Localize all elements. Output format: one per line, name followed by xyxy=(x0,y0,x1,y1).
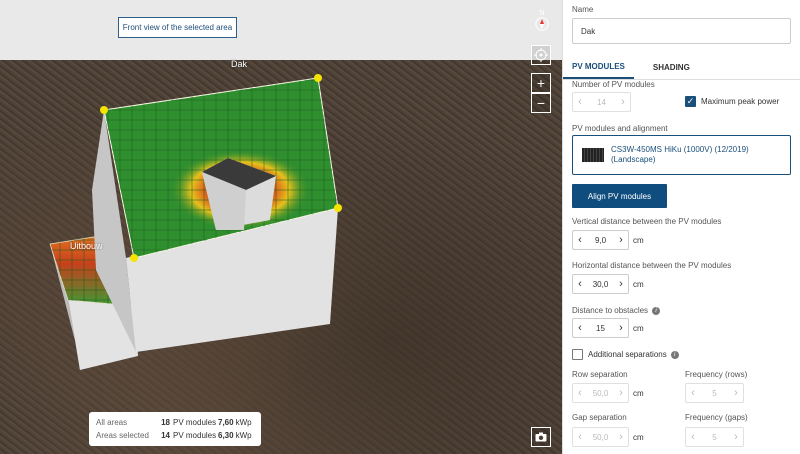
module-orientation: (Landscape) xyxy=(611,155,656,164)
vertical-distance-label: Vertical distance between the PV modules xyxy=(572,217,722,226)
obstacles-unit: cm xyxy=(633,324,644,333)
num-modules-value: 14 xyxy=(597,97,606,107)
zoom-in-button[interactable]: + xyxy=(531,73,551,93)
decrement-icon[interactable]: ‹ xyxy=(573,278,587,290)
decrement-icon[interactable]: ‹ xyxy=(573,431,587,443)
separations-toggle[interactable]: Additional separations i xyxy=(572,349,679,360)
row-separation-stepper[interactable]: ‹ 50,0 › xyxy=(572,383,629,403)
3d-viewport[interactable]: Front view of the selected area Dak Uitb… xyxy=(0,0,562,454)
increment-icon[interactable]: › xyxy=(729,431,743,443)
summary-row-selected: Areas selected 14 PV modules 6,30 kWp xyxy=(96,429,254,442)
row-separation-unit: cm xyxy=(633,389,644,398)
max-peak-label: Maximum peak power xyxy=(701,97,780,106)
summary-unit: PV modules xyxy=(173,431,217,440)
compass-icon xyxy=(535,17,549,31)
increment-icon[interactable]: › xyxy=(614,387,628,399)
summary-power: 7,60 xyxy=(218,418,234,427)
gap-separation-value: 50,0 xyxy=(592,432,609,442)
summary-row-all: All areas 18 PV modules 7,60 kWp xyxy=(96,416,254,429)
freq-gaps-label: Frequency (gaps) xyxy=(685,413,748,422)
summary-unit: PV modules xyxy=(173,418,217,427)
summary-power-unit: kWp xyxy=(235,418,252,427)
gap-separation-stepper[interactable]: ‹ 50,0 › xyxy=(572,427,629,447)
summary-power: 6,30 xyxy=(218,431,234,440)
vertical-unit: cm xyxy=(633,236,644,245)
summary-label: Areas selected xyxy=(96,431,149,440)
info-icon[interactable]: i xyxy=(670,350,679,359)
increment-icon[interactable]: › xyxy=(614,431,628,443)
camera-icon xyxy=(535,432,547,442)
area-label-annex: Uitbouw xyxy=(70,241,103,251)
num-modules-stepper[interactable]: ‹ 14 › xyxy=(572,92,631,112)
decrement-icon[interactable]: ‹ xyxy=(686,431,700,443)
horizontal-unit: cm xyxy=(633,280,644,289)
obstacles-label-row: Distance to obstacles i xyxy=(572,306,661,315)
summary-panel: All areas 18 PV modules 7,60 kWp Areas s… xyxy=(89,412,261,446)
freq-gaps-stepper[interactable]: ‹ 5 › xyxy=(685,427,744,447)
obstacles-value: 15 xyxy=(596,323,605,333)
zoom-out-button[interactable]: − xyxy=(531,93,551,113)
tab-shading[interactable]: SHADING xyxy=(644,56,699,79)
summary-power-unit: kWp xyxy=(235,431,252,440)
decrement-icon[interactable]: ‹ xyxy=(573,322,587,334)
increment-icon[interactable]: › xyxy=(614,234,628,246)
horizontal-distance-label: Horizontal distance between the PV modul… xyxy=(572,261,732,270)
vertex-handle[interactable] xyxy=(314,74,322,82)
vertex-handle[interactable] xyxy=(130,254,138,262)
vertical-distance-stepper[interactable]: ‹ 9,0 › xyxy=(572,230,629,250)
crosshair-icon xyxy=(534,48,548,62)
compass[interactable]: N xyxy=(532,10,552,33)
decrement-icon[interactable]: ‹ xyxy=(573,387,587,399)
vertical-distance-value: 9,0 xyxy=(594,235,607,245)
view-tooltip: Front view of the selected area xyxy=(118,17,237,38)
summary-label: All areas xyxy=(96,418,128,427)
module-selector[interactable]: CS3W-450MS HiKu (1000V) (12/2019) (Lands… xyxy=(572,135,791,175)
vertex-handle[interactable] xyxy=(100,106,108,114)
recenter-button[interactable] xyxy=(531,45,551,65)
obstacles-label: Distance to obstacles xyxy=(572,306,649,315)
area-label-main: Dak xyxy=(231,59,248,69)
summary-count: 14 xyxy=(161,431,170,440)
name-input[interactable]: Dak xyxy=(572,18,791,44)
num-modules-label: Number of PV modules xyxy=(572,80,655,89)
properties-panel: Name Dak PV MODULES SHADING Number of PV… xyxy=(562,0,800,454)
separations-checkbox[interactable] xyxy=(572,349,583,360)
summary-count: 18 xyxy=(161,418,170,427)
increment-icon[interactable]: › xyxy=(614,322,628,334)
name-label: Name xyxy=(572,5,594,14)
obstacles-stepper[interactable]: ‹ 15 › xyxy=(572,318,629,338)
gap-separation-label: Gap separation xyxy=(572,413,627,422)
screenshot-button[interactable] xyxy=(531,427,551,447)
decrement-icon[interactable]: ‹ xyxy=(573,96,587,108)
module-name: CS3W-450MS HiKu (1000V) (12/2019) xyxy=(611,145,749,154)
horizontal-distance-value: 30,0 xyxy=(592,279,609,289)
decrement-icon[interactable]: ‹ xyxy=(686,387,700,399)
vertex-handle[interactable] xyxy=(334,204,342,212)
max-peak-checkbox[interactable]: ✓ xyxy=(685,96,696,107)
alignment-label: PV modules and alignment xyxy=(572,124,668,133)
house-3d-scene[interactable] xyxy=(0,0,562,454)
freq-rows-stepper[interactable]: ‹ 5 › xyxy=(685,383,744,403)
max-peak-toggle[interactable]: ✓ Maximum peak power xyxy=(685,96,779,107)
align-pv-modules-button[interactable]: Align PV modules xyxy=(572,184,667,208)
pv-module-thumbnail-icon xyxy=(582,148,604,162)
separations-label: Additional separations xyxy=(588,350,667,359)
gap-separation-unit: cm xyxy=(633,433,644,442)
freq-rows-label: Frequency (rows) xyxy=(685,370,748,379)
row-separation-value: 50,0 xyxy=(592,388,609,398)
panel-tabs: PV MODULES SHADING xyxy=(563,56,800,80)
increment-icon[interactable]: › xyxy=(614,278,628,290)
tab-pv-modules[interactable]: PV MODULES xyxy=(563,56,634,79)
freq-rows-value: 5 xyxy=(712,388,717,398)
compass-north-label: N xyxy=(539,10,545,17)
freq-gaps-value: 5 xyxy=(712,432,717,442)
row-separation-label: Row separation xyxy=(572,370,628,379)
increment-icon[interactable]: › xyxy=(729,387,743,399)
info-icon[interactable]: i xyxy=(652,306,661,315)
horizontal-distance-stepper[interactable]: ‹ 30,0 › xyxy=(572,274,629,294)
decrement-icon[interactable]: ‹ xyxy=(573,234,587,246)
increment-icon[interactable]: › xyxy=(616,96,630,108)
